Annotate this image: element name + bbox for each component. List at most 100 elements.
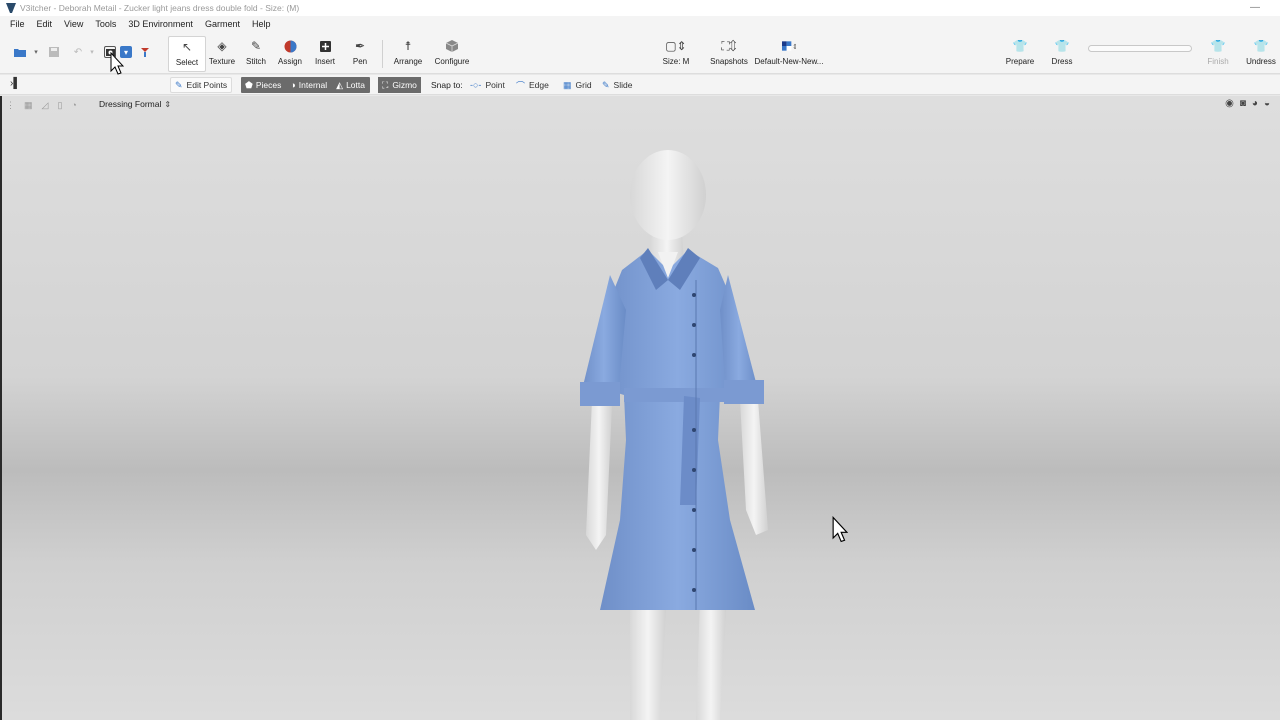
menu-file[interactable]: File xyxy=(4,19,31,29)
lighting-icon[interactable]: ◒ xyxy=(1264,98,1270,109)
svg-text:⇕: ⇕ xyxy=(792,43,796,51)
arrange-tool-button[interactable]: ☨ Arrange xyxy=(389,36,427,72)
snapshots-icon: ⛶⇕ xyxy=(721,38,737,53)
configure-icon xyxy=(445,39,459,53)
select-arrow-icon: ↖ xyxy=(181,40,193,54)
menu-edit[interactable]: Edit xyxy=(31,19,59,29)
pen-tool-button[interactable]: ✒ Pen xyxy=(341,36,379,72)
grid-icon[interactable]: ▦ xyxy=(24,100,33,111)
snap-point-icon: -○- xyxy=(470,80,482,90)
select-tool-button[interactable]: ↖ Select xyxy=(168,36,206,72)
viewport-toggle-icon[interactable]: ⋮ xyxy=(6,100,15,111)
snap-edge-icon: ⌒ xyxy=(516,80,526,91)
arrange-icon: ☨ xyxy=(404,39,412,53)
viewport-toolbar: ⋮ ▦ ◿ ▯ ◔ xyxy=(6,98,86,112)
stitch-tool-label: Stitch xyxy=(245,57,266,66)
pieces-icon: ⬟ xyxy=(245,79,253,90)
dressing-mode-label: Dressing Formal xyxy=(99,99,162,109)
app-logo-icon xyxy=(6,3,16,13)
collapse-panel-icon[interactable]: ›▌ xyxy=(10,78,20,89)
texture-tool-label: Texture xyxy=(208,57,236,66)
undo-icon[interactable]: ↶ xyxy=(72,46,84,58)
configure-tool-label: Configure xyxy=(434,57,470,66)
avatar-with-dress[interactable] xyxy=(560,140,780,720)
save-icon[interactable] xyxy=(48,46,60,58)
pen-icon: ✒ xyxy=(354,39,366,53)
undress-button[interactable]: 👕 Undress xyxy=(1242,36,1280,72)
snap-slide-toggle[interactable]: ✎ Slide xyxy=(602,77,632,93)
lotta-label: Lotta xyxy=(346,80,365,90)
environment-selector[interactable]: ⇕ Default-New-New... xyxy=(754,36,824,72)
dressing-progress-bar xyxy=(1088,45,1192,52)
viewport-view-controls: ◉ ◙ ◕ ◒ xyxy=(1219,98,1270,109)
size-selector[interactable]: ▢⇕ Size: M xyxy=(656,36,696,72)
edit-points-button[interactable]: ✎ Edit Points xyxy=(170,77,233,93)
snapshots-selector[interactable]: ⛶⇕ Snapshots xyxy=(708,36,750,72)
snap-grid-icon: ▦ xyxy=(563,79,572,90)
toolbar-divider xyxy=(382,40,383,68)
viewport-left-border xyxy=(0,96,2,720)
gizmo-label: Gizmo xyxy=(392,80,417,90)
snapshots-label: Snapshots xyxy=(710,57,748,66)
window-title: V3itcher - Deborah Metail - Zucker light… xyxy=(20,3,300,13)
size-label: Size: M xyxy=(662,57,690,66)
avatar-view-icon[interactable]: ◉ xyxy=(1225,98,1234,109)
menu-garment[interactable]: Garment xyxy=(199,19,246,29)
snap-edge-toggle[interactable]: ⌒ Edge xyxy=(516,77,549,93)
minimize-button[interactable]: — xyxy=(1250,2,1260,13)
menu-view[interactable]: View xyxy=(58,19,89,29)
camera-view-icon[interactable]: ◙ xyxy=(1240,98,1246,109)
gauge-icon[interactable]: ◔ xyxy=(71,100,76,110)
texture-tool-button[interactable]: ◈ Texture xyxy=(203,36,241,72)
pen-tool-label: Pen xyxy=(352,57,368,66)
open-dropdown-chevron-icon[interactable]: ▾ xyxy=(30,46,42,58)
dress-icon: 👕 xyxy=(1054,39,1070,53)
dressing-mode-selector[interactable]: Dressing Formal ⇕ xyxy=(99,99,171,109)
finish-icon: 👕 xyxy=(1210,39,1226,53)
title-bar: V3itcher - Deborah Metail - Zucker light… xyxy=(0,0,1280,16)
gizmo-icon: ⛶ xyxy=(382,79,389,90)
insert-tool-button[interactable]: Insert xyxy=(306,36,344,72)
menu-3d-environment[interactable]: 3D Environment xyxy=(122,19,199,29)
updown-chevron-icon: ⇕ xyxy=(164,100,172,109)
prepare-button[interactable]: 👕 Prepare xyxy=(1002,36,1038,72)
arrange-tool-label: Arrange xyxy=(393,57,423,66)
internal-toggle[interactable]: ◑ Internal xyxy=(286,80,332,90)
environment-label: Default-New-New... xyxy=(754,57,824,66)
assign-tool-label: Assign xyxy=(277,57,302,66)
open-folder-icon[interactable] xyxy=(14,46,26,58)
undo-dropdown-chevron-icon[interactable]: ▾ xyxy=(86,46,98,58)
mouse-pointer-icon xyxy=(832,516,848,543)
texture-icon: ◈ xyxy=(217,39,227,53)
assign-tool-button[interactable]: Assign xyxy=(271,36,309,72)
measure-icon[interactable] xyxy=(139,46,151,58)
dress-button[interactable]: 👕 Dress xyxy=(1044,36,1080,72)
prepare-label: Prepare xyxy=(1005,57,1035,66)
pieces-label: Pieces xyxy=(255,80,282,90)
internal-icon: ◑ xyxy=(290,80,296,90)
menu-tools[interactable]: Tools xyxy=(89,19,122,29)
insert-tool-label: Insert xyxy=(314,57,335,66)
lotta-toggle[interactable]: ◭ Lotta xyxy=(332,80,370,91)
finish-button[interactable]: 👕 Finish xyxy=(1200,36,1236,72)
lotta-icon: ◭ xyxy=(336,79,344,90)
pieces-toggle[interactable]: ⬟ Pieces xyxy=(241,80,286,91)
snap-point-label: Point xyxy=(485,80,505,90)
gizmo-toggle[interactable]: ⛶ Gizmo xyxy=(378,77,421,93)
ruler-icon[interactable]: ◿ xyxy=(42,100,49,111)
snap-slide-icon: ✎ xyxy=(602,79,610,90)
stitch-tool-button[interactable]: ✎ Stitch xyxy=(237,36,275,72)
mouse-cursor-icon xyxy=(110,52,124,75)
main-toolbar: ▾ ↶ ▾ ▾ ↖ Select ◈ Texture ✎ Stitch Assi… xyxy=(0,32,1280,74)
configure-tool-button[interactable]: Configure xyxy=(432,36,472,72)
snap-point-toggle[interactable]: -○- Point xyxy=(470,77,505,93)
internal-label: Internal xyxy=(298,80,328,90)
shirt-icon: 👕 xyxy=(1012,39,1028,53)
snap-slide-label: Slide xyxy=(613,80,633,90)
head-view-icon[interactable]: ◕ xyxy=(1252,98,1258,109)
snap-grid-toggle[interactable]: ▦ Grid xyxy=(563,77,592,93)
select-tool-label: Select xyxy=(175,58,199,67)
insert-icon xyxy=(318,39,332,53)
menu-help[interactable]: Help xyxy=(246,19,277,29)
bar-icon[interactable]: ▯ xyxy=(57,100,62,111)
